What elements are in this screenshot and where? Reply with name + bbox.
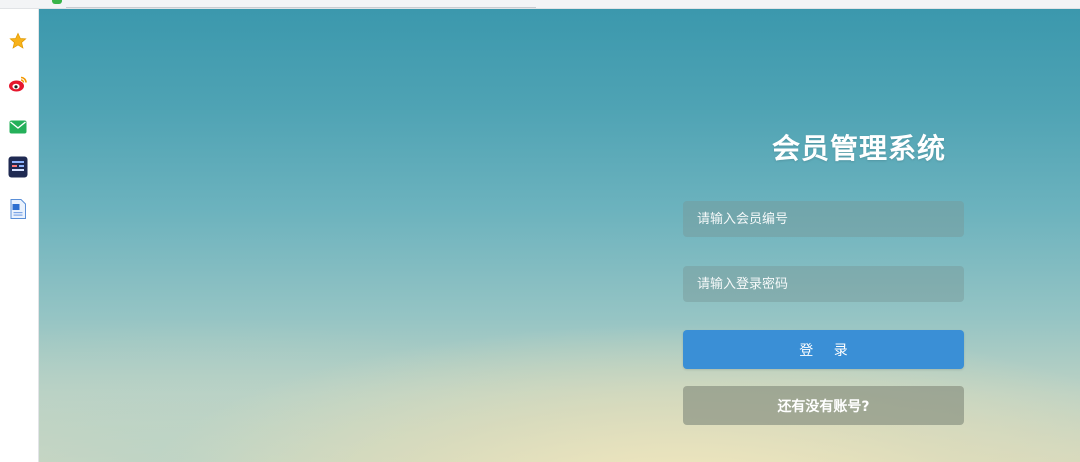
app-icon[interactable] — [8, 156, 28, 178]
tab-underline — [66, 7, 536, 8]
page-title: 会员管理系统 — [771, 132, 946, 165]
login-background: 会员管理系统 登 录 还有没有账号? — [39, 9, 1080, 462]
tab-indicator — [52, 0, 62, 4]
register-button[interactable]: 还有没有账号? — [683, 386, 964, 425]
star-icon[interactable] — [8, 31, 28, 51]
browser-sidebar — [0, 9, 39, 462]
login-button-label: 登 录 — [799, 342, 856, 359]
weibo-icon[interactable] — [8, 74, 28, 94]
browser-top-strip — [0, 0, 1080, 9]
mail-icon[interactable] — [8, 117, 28, 137]
login-button[interactable]: 登 录 — [683, 330, 964, 369]
register-button-label: 还有没有账号? — [777, 398, 870, 415]
member-id-input[interactable] — [683, 201, 964, 237]
document-icon[interactable] — [8, 199, 28, 219]
password-input[interactable] — [683, 266, 964, 302]
browser-window: 会员管理系统 登 录 还有没有账号? — [0, 0, 1080, 462]
